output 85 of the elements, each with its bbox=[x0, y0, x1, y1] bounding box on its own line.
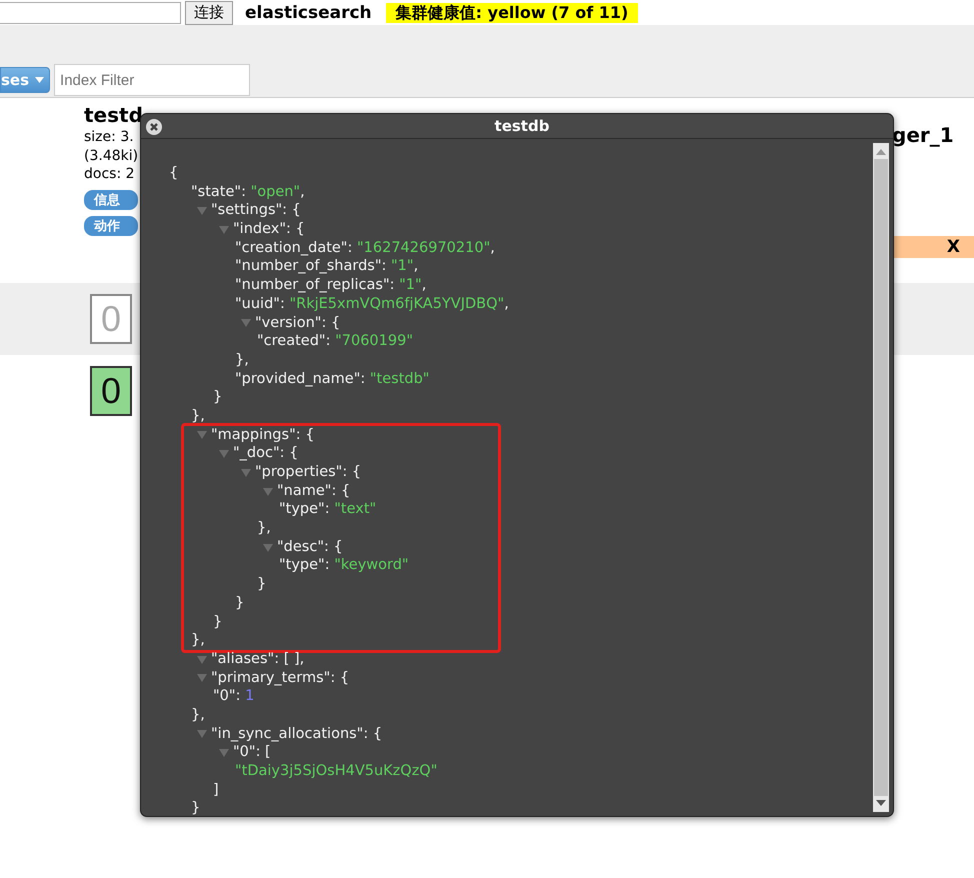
json-bracket: }, bbox=[191, 706, 205, 725]
expand-toggle-icon[interactable] bbox=[241, 468, 251, 477]
json-punctuation: , bbox=[490, 238, 495, 258]
json-bracket: { bbox=[169, 164, 178, 183]
expand-toggle-icon[interactable] bbox=[263, 542, 273, 552]
json-key: "primary_terms": { bbox=[211, 668, 350, 688]
json-key: "provided_name": bbox=[235, 370, 370, 388]
json-key: "index": { bbox=[233, 220, 305, 239]
json-key: "number_of_shards": bbox=[235, 257, 391, 276]
expand-toggle-icon[interactable] bbox=[197, 729, 207, 738]
json-key: "state": bbox=[191, 182, 251, 202]
shard-box[interactable]: 0 bbox=[90, 366, 132, 416]
json-key: "_doc": { bbox=[233, 444, 298, 464]
json-value: "testdb" bbox=[370, 370, 430, 388]
json-key: "properties": { bbox=[255, 463, 362, 482]
expand-toggle-icon[interactable] bbox=[241, 318, 251, 328]
index-name: ger_1 bbox=[892, 122, 954, 148]
json-key: "version": { bbox=[255, 314, 340, 332]
json-key: "uuid": bbox=[235, 294, 290, 314]
shard-box[interactable]: 0 bbox=[90, 294, 132, 344]
json-bracket: } bbox=[213, 388, 222, 407]
json-key: "created": bbox=[257, 332, 336, 351]
json-bracket: ] bbox=[213, 780, 219, 800]
json-value: "RkjE5xmVQm6fjKA5YVJDBQ" bbox=[289, 294, 504, 314]
close-icon[interactable] bbox=[146, 119, 162, 135]
json-key: "type": bbox=[279, 556, 334, 576]
index-menu-button[interactable]: 信息 bbox=[84, 190, 138, 210]
expand-toggle-icon[interactable] bbox=[263, 486, 273, 496]
expand-toggle-icon[interactable] bbox=[197, 654, 207, 664]
json-value: "text" bbox=[334, 500, 376, 520]
scrollbar[interactable] bbox=[873, 143, 889, 812]
json-value: "1627426970210" bbox=[356, 238, 490, 258]
json-punctuation: , bbox=[504, 294, 509, 314]
json-bracket: }, bbox=[235, 350, 249, 370]
expand-toggle-icon[interactable] bbox=[197, 430, 207, 440]
json-punctuation: , bbox=[422, 276, 426, 295]
cluster-name: elasticsearch bbox=[245, 2, 372, 22]
json-bracket: }, bbox=[191, 406, 205, 426]
json-key: "settings": { bbox=[211, 201, 301, 220]
expand-toggle-icon[interactable] bbox=[197, 673, 207, 682]
expand-toggle-icon[interactable] bbox=[219, 449, 229, 458]
json-key: "mappings": { bbox=[211, 426, 314, 444]
json-key: "name": { bbox=[277, 482, 350, 500]
scroll-thumb[interactable] bbox=[874, 159, 888, 796]
json-punctuation: , bbox=[414, 257, 418, 276]
json-bracket: } bbox=[257, 575, 266, 594]
json-bracket: } bbox=[191, 799, 200, 816]
expand-toggle-icon[interactable] bbox=[219, 748, 229, 758]
json-punctuation: , bbox=[300, 182, 305, 202]
json-bracket: }, bbox=[257, 519, 271, 538]
index-name: testd bbox=[84, 102, 143, 128]
json-value: "open" bbox=[250, 182, 300, 202]
json-key: "aliases": [ ], bbox=[211, 650, 304, 669]
json-key: "type": bbox=[279, 500, 334, 520]
index-size: size: 3. bbox=[84, 128, 134, 146]
json-value: "tDaiy3j5SjOsH4V5uKzQzQ" bbox=[235, 762, 438, 781]
json-bracket: }, bbox=[191, 631, 205, 650]
index-size-detail: (3.48ki) bbox=[84, 146, 138, 165]
json-bracket: } bbox=[235, 594, 244, 613]
scroll-down-icon[interactable] bbox=[876, 800, 886, 806]
json-value: "1" bbox=[391, 257, 414, 276]
address-field[interactable] bbox=[0, 2, 181, 24]
index-menu-button[interactable]: 动作 bbox=[84, 216, 138, 236]
dialog-title: testdb bbox=[494, 117, 550, 135]
json-value: "1" bbox=[399, 276, 422, 295]
json-value: "keyword" bbox=[334, 556, 409, 576]
json-key: "0": bbox=[213, 687, 246, 706]
cluster-health-badge: 集群健康值: yellow (7 of 11) bbox=[386, 2, 638, 22]
json-value: "7060199" bbox=[335, 332, 413, 351]
json-key: "in_sync_allocations": { bbox=[211, 724, 382, 744]
expand-toggle-icon[interactable] bbox=[219, 224, 229, 234]
json-key: "desc": { bbox=[277, 538, 343, 556]
json-value: 1 bbox=[245, 687, 254, 706]
scroll-up-icon[interactable] bbox=[876, 149, 886, 155]
remove-alias-button[interactable]: X bbox=[946, 237, 974, 257]
json-key: "creation_date": bbox=[235, 238, 357, 258]
index-docs: docs: 2 bbox=[84, 165, 135, 184]
expand-toggle-icon[interactable] bbox=[197, 206, 207, 216]
caret-icon bbox=[35, 77, 44, 83]
index-filter-field[interactable]: Index Filter bbox=[54, 64, 250, 96]
json-key: "number_of_replicas": bbox=[235, 276, 400, 295]
json-key: "0": [ bbox=[233, 743, 271, 762]
aliases-menu-button[interactable]: ses bbox=[0, 67, 50, 93]
connect-button[interactable]: 连接 bbox=[185, 0, 233, 24]
json-bracket: } bbox=[213, 612, 222, 632]
